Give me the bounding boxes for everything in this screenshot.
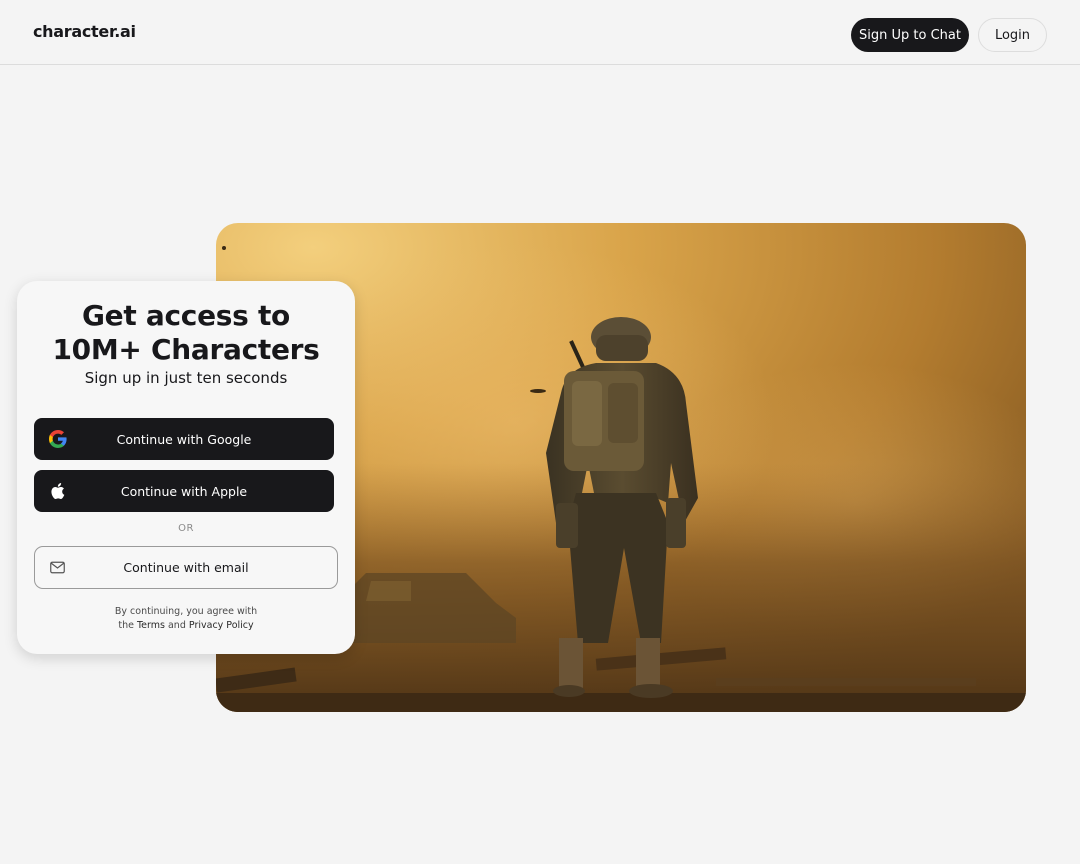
legal-line-2: the Terms and Privacy Policy [17, 619, 355, 633]
legal-line-1: By continuing, you agree with [114, 606, 258, 617]
continue-with-email-button[interactable]: Continue with email [34, 546, 338, 589]
legal-and: and [167, 620, 186, 631]
continue-with-apple-button[interactable]: Continue with Apple [34, 470, 334, 512]
signup-card: Get access to 10M+ Characters Sign up in… [17, 281, 355, 654]
login-button[interactable]: Login [978, 18, 1047, 52]
sign-up-button[interactable]: Sign Up to Chat [851, 18, 969, 52]
apple-button-label: Continue with Apple [120, 483, 248, 499]
terms-link[interactable]: Terms [137, 620, 165, 631]
logo[interactable]: character.ai [33, 22, 136, 41]
card-subtitle: Sign up in just ten seconds [84, 369, 288, 387]
continue-with-google-button[interactable]: Continue with Google [34, 418, 334, 460]
top-nav: character.ai Sign Up to Chat Login [0, 0, 1080, 65]
title-line-1: Get access to [82, 299, 290, 332]
legal-notice: By continuing, you agree with the Terms … [17, 605, 355, 633]
card-title: Get access to 10M+ Characters [17, 299, 355, 367]
title-line-2: 10M+ Characters [52, 333, 320, 366]
or-divider: OR [178, 523, 194, 534]
privacy-policy-link[interactable]: Privacy Policy [189, 620, 254, 631]
legal-prefix: the [118, 620, 134, 631]
google-button-label: Continue with Google [116, 431, 252, 447]
email-button-label: Continue with email [123, 560, 249, 575]
